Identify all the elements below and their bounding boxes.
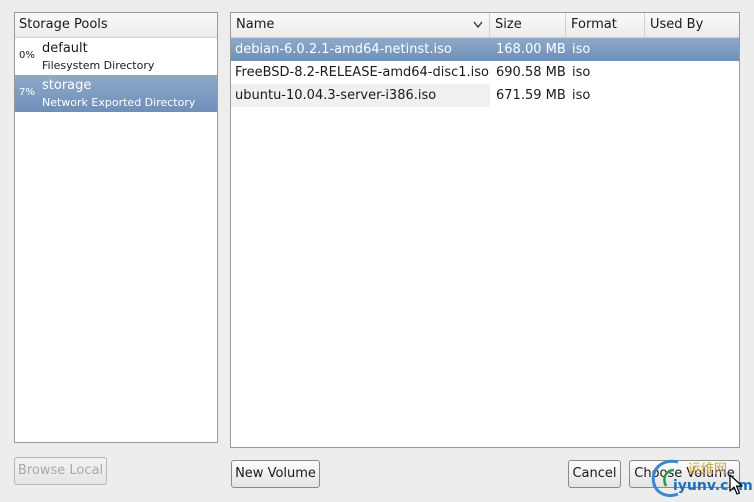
volume-format: iso [572, 65, 591, 80]
column-header-name-label: Name [236, 17, 275, 32]
volume-row[interactable]: ubuntu-10.04.3-server-i386.iso 671.59 MB… [231, 84, 739, 107]
column-header-size[interactable]: Size [490, 13, 566, 37]
pool-usage: 7% [19, 87, 35, 98]
volume-size: 690.58 MB [496, 65, 566, 80]
storage-pools-list[interactable]: Storage Pools 0% default Filesystem Dire… [14, 12, 218, 443]
watermark-line-1: 运维网 [688, 462, 728, 477]
mouse-pointer-icon [729, 474, 743, 496]
volume-format: iso [572, 88, 591, 103]
volume-size: 671.59 MB [496, 88, 566, 103]
column-header-name[interactable]: Name [231, 13, 490, 37]
pool-name: default [42, 41, 88, 56]
storage-pools-header[interactable]: Storage Pools [15, 13, 217, 38]
volume-name: debian-6.0.2.1-amd64-netinst.iso [235, 42, 452, 57]
volume-name: ubuntu-10.04.3-server-i386.iso [231, 84, 490, 107]
column-header-format[interactable]: Format [566, 13, 645, 37]
browse-local-button[interactable]: Browse Local [14, 457, 107, 485]
volume-name: FreeBSD-8.2-RELEASE-amd64-disc1.iso [235, 65, 489, 80]
pool-usage: 0% [19, 50, 35, 61]
volume-format: iso [572, 42, 591, 57]
volume-row[interactable]: debian-6.0.2.1-amd64-netinst.iso 168.00 … [231, 38, 739, 61]
column-header-used-by[interactable]: Used By [645, 13, 739, 37]
new-volume-button[interactable]: New Volume [231, 460, 320, 488]
pool-name: storage [42, 78, 92, 93]
volume-size: 168.00 MB [496, 42, 566, 57]
volumes-table-header: Name Size Format Used By [231, 13, 739, 38]
pool-type: Network Exported Directory [42, 96, 196, 109]
pool-type: Filesystem Directory [42, 59, 155, 72]
volumes-table[interactable]: Name Size Format Used By debian-6.0.2.1-… [230, 12, 740, 448]
cancel-button[interactable]: Cancel [568, 460, 621, 488]
volume-row[interactable]: FreeBSD-8.2-RELEASE-amd64-disc1.iso 690.… [231, 61, 739, 84]
pool-row-default[interactable]: 0% default Filesystem Directory [15, 38, 217, 75]
pool-row-storage[interactable]: 7% storage Network Exported Directory [15, 75, 217, 112]
